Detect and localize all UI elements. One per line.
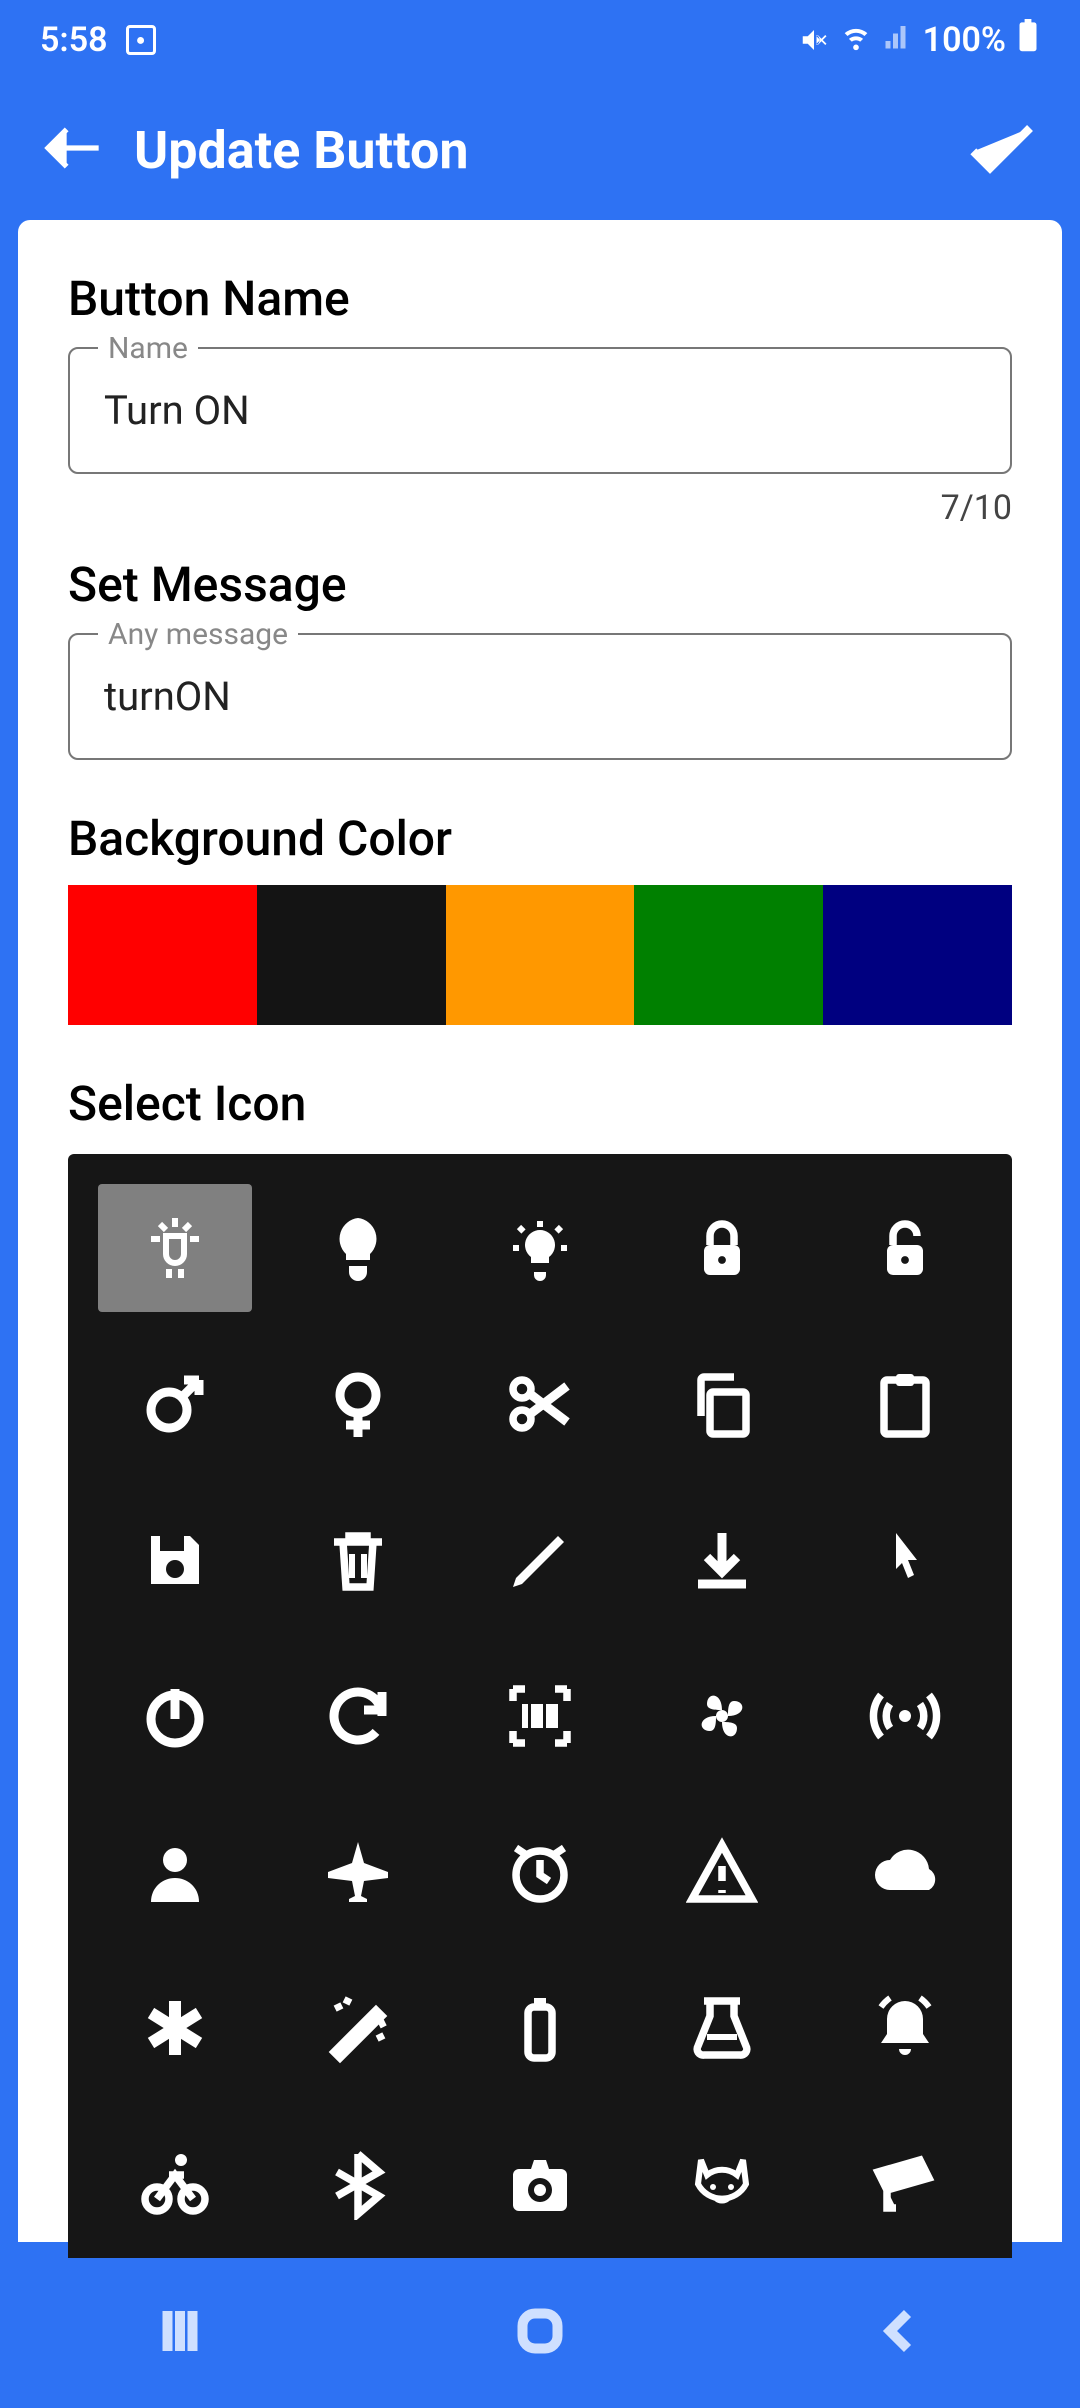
refresh-icon[interactable] bbox=[280, 1652, 434, 1780]
bluetooth-icon[interactable] bbox=[280, 2120, 434, 2248]
nav-back-icon[interactable] bbox=[870, 2301, 930, 2365]
select-icon-label: Select Icon bbox=[68, 1075, 1012, 1132]
bell-icon[interactable] bbox=[828, 1964, 982, 2092]
scissors-icon[interactable] bbox=[463, 1340, 617, 1468]
message-field-wrap: Any message bbox=[68, 633, 1012, 760]
nav-recents-icon[interactable] bbox=[150, 2301, 210, 2365]
message-input[interactable] bbox=[70, 635, 1010, 758]
fan-icon[interactable] bbox=[645, 1652, 799, 1780]
pointer-icon[interactable] bbox=[828, 1496, 982, 1624]
save-icon[interactable] bbox=[98, 1496, 252, 1624]
status-battery-icon bbox=[1016, 19, 1040, 62]
name-input[interactable] bbox=[70, 349, 1010, 472]
color-row bbox=[68, 885, 1012, 1025]
form-card: Button Name Name 7/10 Set Message Any me… bbox=[18, 220, 1062, 2242]
female-icon[interactable] bbox=[280, 1340, 434, 1468]
broadcast-icon[interactable] bbox=[828, 1652, 982, 1780]
set-message-label: Set Message bbox=[68, 556, 1012, 613]
name-float-label: Name bbox=[98, 331, 198, 366]
message-float-label: Any message bbox=[98, 617, 298, 652]
copy-icon[interactable] bbox=[645, 1340, 799, 1468]
warning-icon[interactable] bbox=[645, 1808, 799, 1936]
icon-grid bbox=[68, 1154, 1012, 2408]
barcode-scan-icon[interactable] bbox=[463, 1652, 617, 1780]
person-icon[interactable] bbox=[98, 1808, 252, 1936]
color-swatch-3[interactable] bbox=[634, 885, 823, 1025]
bicycle-icon[interactable] bbox=[98, 2120, 252, 2248]
back-arrow-icon[interactable] bbox=[40, 116, 104, 184]
name-field-wrap: Name bbox=[68, 347, 1012, 474]
pencil-icon[interactable] bbox=[463, 1496, 617, 1624]
download-icon[interactable] bbox=[645, 1496, 799, 1624]
cat-icon[interactable] bbox=[645, 2120, 799, 2248]
alarm-icon[interactable] bbox=[463, 1808, 617, 1936]
button-name-label: Button Name bbox=[68, 270, 1012, 327]
male-icon[interactable] bbox=[98, 1340, 252, 1468]
nav-home-icon[interactable] bbox=[510, 2301, 570, 2365]
lightbulb-on-icon[interactable] bbox=[463, 1184, 617, 1312]
status-mute-icon bbox=[799, 25, 829, 55]
status-wifi-icon bbox=[839, 19, 873, 62]
name-char-counter: 7/10 bbox=[68, 488, 1012, 528]
system-nav-bar bbox=[0, 2258, 1080, 2408]
magic-wand-icon[interactable] bbox=[280, 1964, 434, 2092]
status-signal-icon bbox=[883, 20, 913, 60]
camera-icon[interactable] bbox=[463, 2120, 617, 2248]
app-bar: Update Button bbox=[0, 80, 1080, 220]
color-swatch-4[interactable] bbox=[823, 885, 1012, 1025]
confirm-check-icon[interactable] bbox=[960, 108, 1040, 192]
trash-icon[interactable] bbox=[280, 1496, 434, 1624]
status-battery-text: 100% bbox=[923, 20, 1006, 60]
led-plug-icon[interactable] bbox=[98, 1184, 252, 1312]
lock-icon[interactable] bbox=[645, 1184, 799, 1312]
clipboard-icon[interactable] bbox=[828, 1340, 982, 1468]
color-swatch-0[interactable] bbox=[68, 885, 257, 1025]
beaker-icon[interactable] bbox=[645, 1964, 799, 2092]
page-title: Update Button bbox=[134, 120, 960, 181]
cctv-icon[interactable] bbox=[828, 2120, 982, 2248]
color-swatch-1[interactable] bbox=[257, 885, 446, 1025]
power-icon[interactable] bbox=[98, 1652, 252, 1780]
status-app-icon: ● bbox=[126, 25, 156, 55]
background-color-label: Background Color bbox=[68, 810, 1012, 867]
asterisk-icon[interactable] bbox=[98, 1964, 252, 2092]
airplane-icon[interactable] bbox=[280, 1808, 434, 1936]
cloud-icon[interactable] bbox=[828, 1808, 982, 1936]
battery-icon[interactable] bbox=[463, 1964, 617, 2092]
status-time: 5:58 bbox=[40, 20, 108, 60]
status-bar: 5:58 ● 100% bbox=[0, 0, 1080, 80]
lightbulb-icon[interactable] bbox=[280, 1184, 434, 1312]
color-swatch-2[interactable] bbox=[446, 885, 635, 1025]
unlock-icon[interactable] bbox=[828, 1184, 982, 1312]
